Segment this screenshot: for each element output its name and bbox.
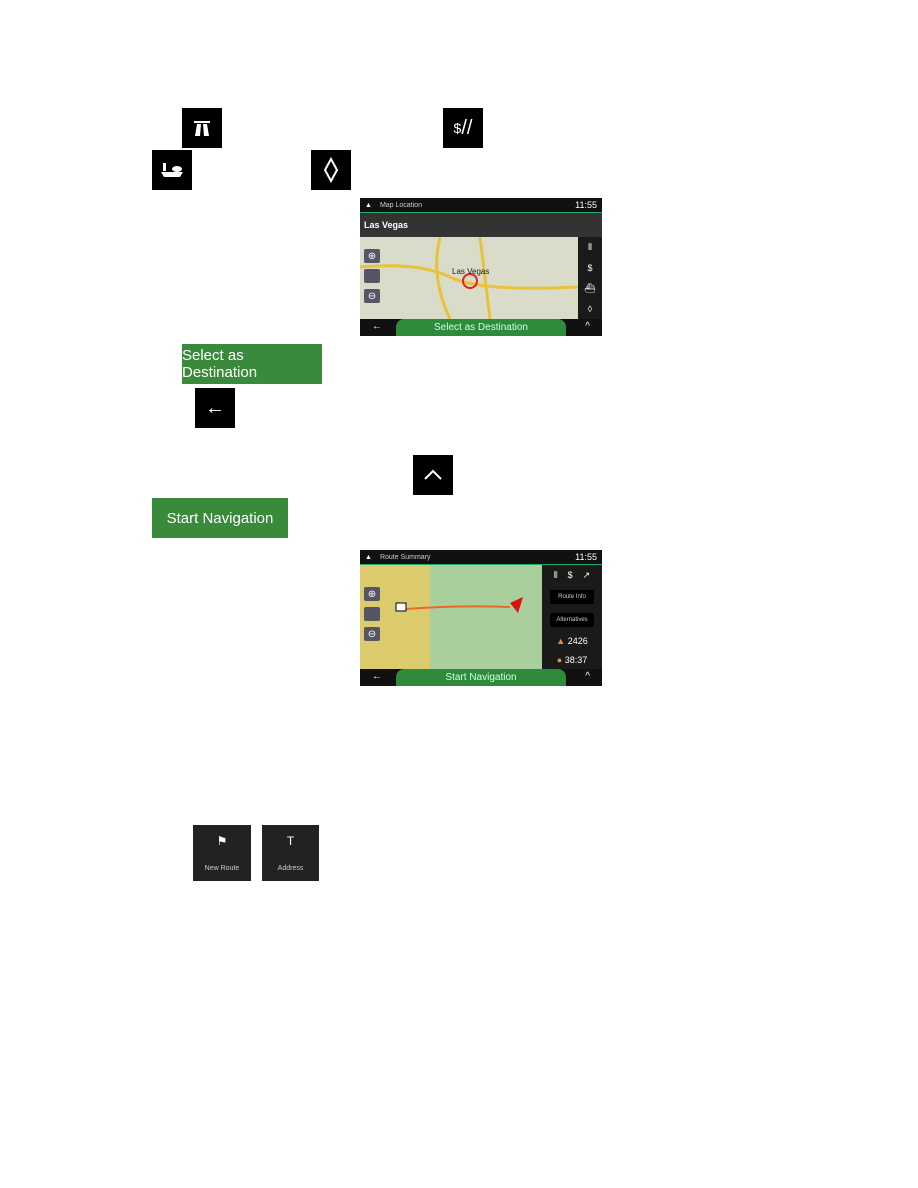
distance-value: 2426: [567, 635, 588, 646]
screen-title: Route Summary: [379, 553, 431, 561]
route-summary-screenshot: ▲ Route Summary 11:55 ⊕ ⊖ ⫴ $ ↗ Route Info A…: [360, 550, 602, 686]
zoom-in-button[interactable]: ⊕: [364, 249, 380, 263]
back-button[interactable]: ←: [372, 321, 382, 332]
up-chevron-icon: ▲: [365, 201, 372, 209]
distance-icon: ▲: [556, 635, 566, 646]
alternatives-button[interactable]: Alternatives: [550, 612, 594, 627]
up-chevron-icon: ▲: [365, 553, 372, 561]
clock: 11:55: [575, 552, 597, 562]
motorway-icon: [182, 108, 222, 148]
ferry-icon: [152, 150, 192, 190]
map-button[interactable]: [364, 607, 380, 621]
zoom-in-button[interactable]: ⊕: [364, 587, 380, 601]
back-arrow-icon: ←: [195, 388, 235, 428]
address-label: Address: [277, 865, 304, 873]
route-type-icon: ↗: [582, 569, 591, 580]
up-chevron-icon: [413, 455, 453, 495]
screen-title: Map Location: [379, 201, 422, 209]
address-tile: T Address: [262, 825, 319, 881]
more-button[interactable]: ^: [585, 671, 590, 682]
toll-road-toggle[interactable]: $: [587, 263, 592, 273]
select-destination-button[interactable]: Select as Destination: [396, 319, 566, 336]
new-route-tile: ⚑ New Route: [193, 825, 251, 881]
checkered-flag-icon: ⚑: [216, 833, 228, 848]
signpost-icon: T: [286, 833, 295, 848]
zoom-out-button[interactable]: ⊖: [364, 627, 380, 641]
more-button[interactable]: ^: [585, 321, 590, 332]
diamond-toggle[interactable]: ◊: [588, 304, 592, 314]
select-as-destination-button: Select as Destination: [182, 344, 322, 384]
route-info-button[interactable]: Route Info: [550, 589, 594, 604]
start-navigation-button: Start Navigation: [152, 498, 288, 538]
map-view[interactable]: Las Vegas ⊕ ⊖: [360, 237, 578, 319]
start-navigation-button[interactable]: Start Navigation: [396, 669, 566, 686]
duration-value: 38:37: [564, 654, 588, 665]
map-button[interactable]: [364, 269, 380, 283]
motorway-toggle[interactable]: ⫴: [588, 242, 592, 253]
map-location-screenshot: ▲ Map Location 11:55 Las Vegas Las Vegas ⊕…: [360, 198, 602, 336]
ferry-toggle[interactable]: ⛴: [584, 283, 595, 294]
diamond-icon: [311, 150, 351, 190]
location-name: Las Vegas: [360, 213, 602, 237]
zoom-out-button[interactable]: ⊖: [364, 289, 380, 303]
motorway-icon: ⫴: [553, 569, 558, 580]
map-label: Las Vegas: [452, 267, 490, 276]
toll-road-icon: $: [567, 569, 573, 580]
map-view[interactable]: ⊕ ⊖: [360, 565, 542, 669]
duration-icon: ●: [556, 654, 563, 665]
clock: 11:55: [575, 200, 597, 210]
back-button[interactable]: ←: [372, 671, 382, 682]
new-route-label: New Route: [204, 865, 240, 873]
toll-road-icon: $//: [443, 108, 483, 148]
